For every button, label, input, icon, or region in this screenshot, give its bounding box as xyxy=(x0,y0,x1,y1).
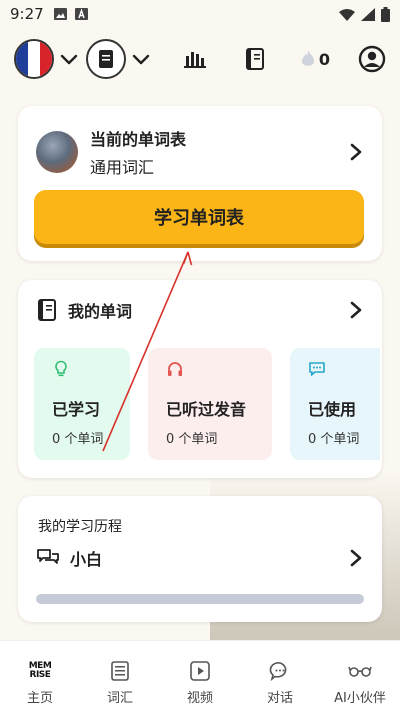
tile-count: 0 个单词 xyxy=(166,432,218,447)
list-thumbnail xyxy=(36,131,78,173)
nav-label: AI小伙伴 xyxy=(334,691,386,706)
nav-conversation[interactable]: 对话 xyxy=(240,641,320,710)
tile-count: 0 个单词 xyxy=(52,432,104,447)
streak-counter[interactable]: 0 xyxy=(300,49,330,69)
image-notification-icon xyxy=(53,8,67,20)
bottom-navigation: MEM RISE 主页 词汇 视频 对话 AI小伙伴 xyxy=(0,640,400,710)
video-icon xyxy=(190,661,210,681)
chevron-down-icon[interactable] xyxy=(58,48,80,70)
course-selector[interactable] xyxy=(86,39,126,79)
word-stats-carousel[interactable]: 已学习 0 个单词 已听过发音 0 个单词 已使用 0 个单词 xyxy=(34,348,380,460)
learned-words-tile[interactable]: 已学习 0 个单词 xyxy=(34,348,130,460)
tile-count: 0 个单词 xyxy=(308,432,360,447)
journey-level-row[interactable]: 小白 xyxy=(36,546,366,570)
wifi-icon xyxy=(339,8,355,21)
glasses-icon xyxy=(348,666,372,677)
battery-icon xyxy=(381,6,390,22)
dictionary-button[interactable] xyxy=(242,46,268,72)
tile-label: 已听过发音 xyxy=(166,400,247,419)
journey-progress-bar xyxy=(36,594,364,604)
study-list-button[interactable]: 学习单词表 xyxy=(34,190,364,244)
vocabulary-icon xyxy=(111,661,129,681)
chevron-right-icon[interactable] xyxy=(346,548,366,568)
profile-icon[interactable] xyxy=(358,45,386,73)
current-list-name: 通用词汇 xyxy=(90,158,155,177)
current-list-heading: 当前的单词表 xyxy=(90,130,187,149)
bar-chart-icon xyxy=(183,52,206,68)
chat-bubbles-icon xyxy=(37,549,59,564)
nav-label: 视频 xyxy=(186,691,213,706)
chat-bubble-icon xyxy=(269,662,287,682)
my-words-title: 我的单词 xyxy=(68,302,133,321)
headphones-icon xyxy=(168,362,182,376)
chevron-right-icon[interactable] xyxy=(346,300,366,320)
logo-text-bottom: RISE xyxy=(29,670,51,680)
flame-icon xyxy=(301,50,314,66)
journey-title: 我的学习历程 xyxy=(38,519,122,535)
lightbulb-icon xyxy=(55,360,67,377)
book-icon xyxy=(245,48,264,70)
memrise-logo-icon: MEM RISE xyxy=(29,659,52,683)
tile-label: 已使用 xyxy=(308,400,357,419)
chat-bubble-icon xyxy=(309,362,325,376)
streak-count: 0 xyxy=(318,49,330,69)
nav-label: 对话 xyxy=(266,691,293,706)
top-bar: 0 xyxy=(0,36,400,82)
my-words-header[interactable]: 我的单词 xyxy=(38,298,366,322)
book-icon xyxy=(38,299,56,321)
cell-signal-icon xyxy=(361,7,375,21)
current-list-card: 当前的单词表 通用词汇 学习单词表 xyxy=(18,106,382,261)
notebook-icon xyxy=(99,50,113,68)
nav-video[interactable]: 视频 xyxy=(160,641,240,710)
used-words-tile[interactable]: 已使用 0 个单词 xyxy=(290,348,380,460)
language-flag-france[interactable] xyxy=(14,39,54,79)
nav-home[interactable]: MEM RISE 主页 xyxy=(0,641,80,710)
heard-words-tile[interactable]: 已听过发音 0 个单词 xyxy=(148,348,272,460)
status-time: 9:27 xyxy=(10,5,44,23)
journey-level: 小白 xyxy=(70,550,103,569)
learning-journey-card[interactable]: 我的学习历程 小白 xyxy=(18,496,382,622)
current-list-row[interactable]: 当前的单词表 通用词汇 xyxy=(36,126,366,178)
nav-label: 主页 xyxy=(26,691,53,706)
chevron-right-icon[interactable] xyxy=(346,142,366,162)
status-bar: 9:27 xyxy=(0,0,400,28)
nav-ai-buddy[interactable]: AI小伙伴 xyxy=(320,641,400,710)
stats-button[interactable] xyxy=(182,46,208,72)
nav-label: 词汇 xyxy=(106,691,133,706)
tile-label: 已学习 xyxy=(52,400,101,419)
my-words-card: 我的单词 已学习 0 个单词 已听过发音 0 个单词 已使用 0 个单词 xyxy=(18,280,382,478)
a-notification-icon xyxy=(74,8,88,20)
chevron-down-icon[interactable] xyxy=(130,48,152,70)
nav-vocabulary[interactable]: 词汇 xyxy=(80,641,160,710)
